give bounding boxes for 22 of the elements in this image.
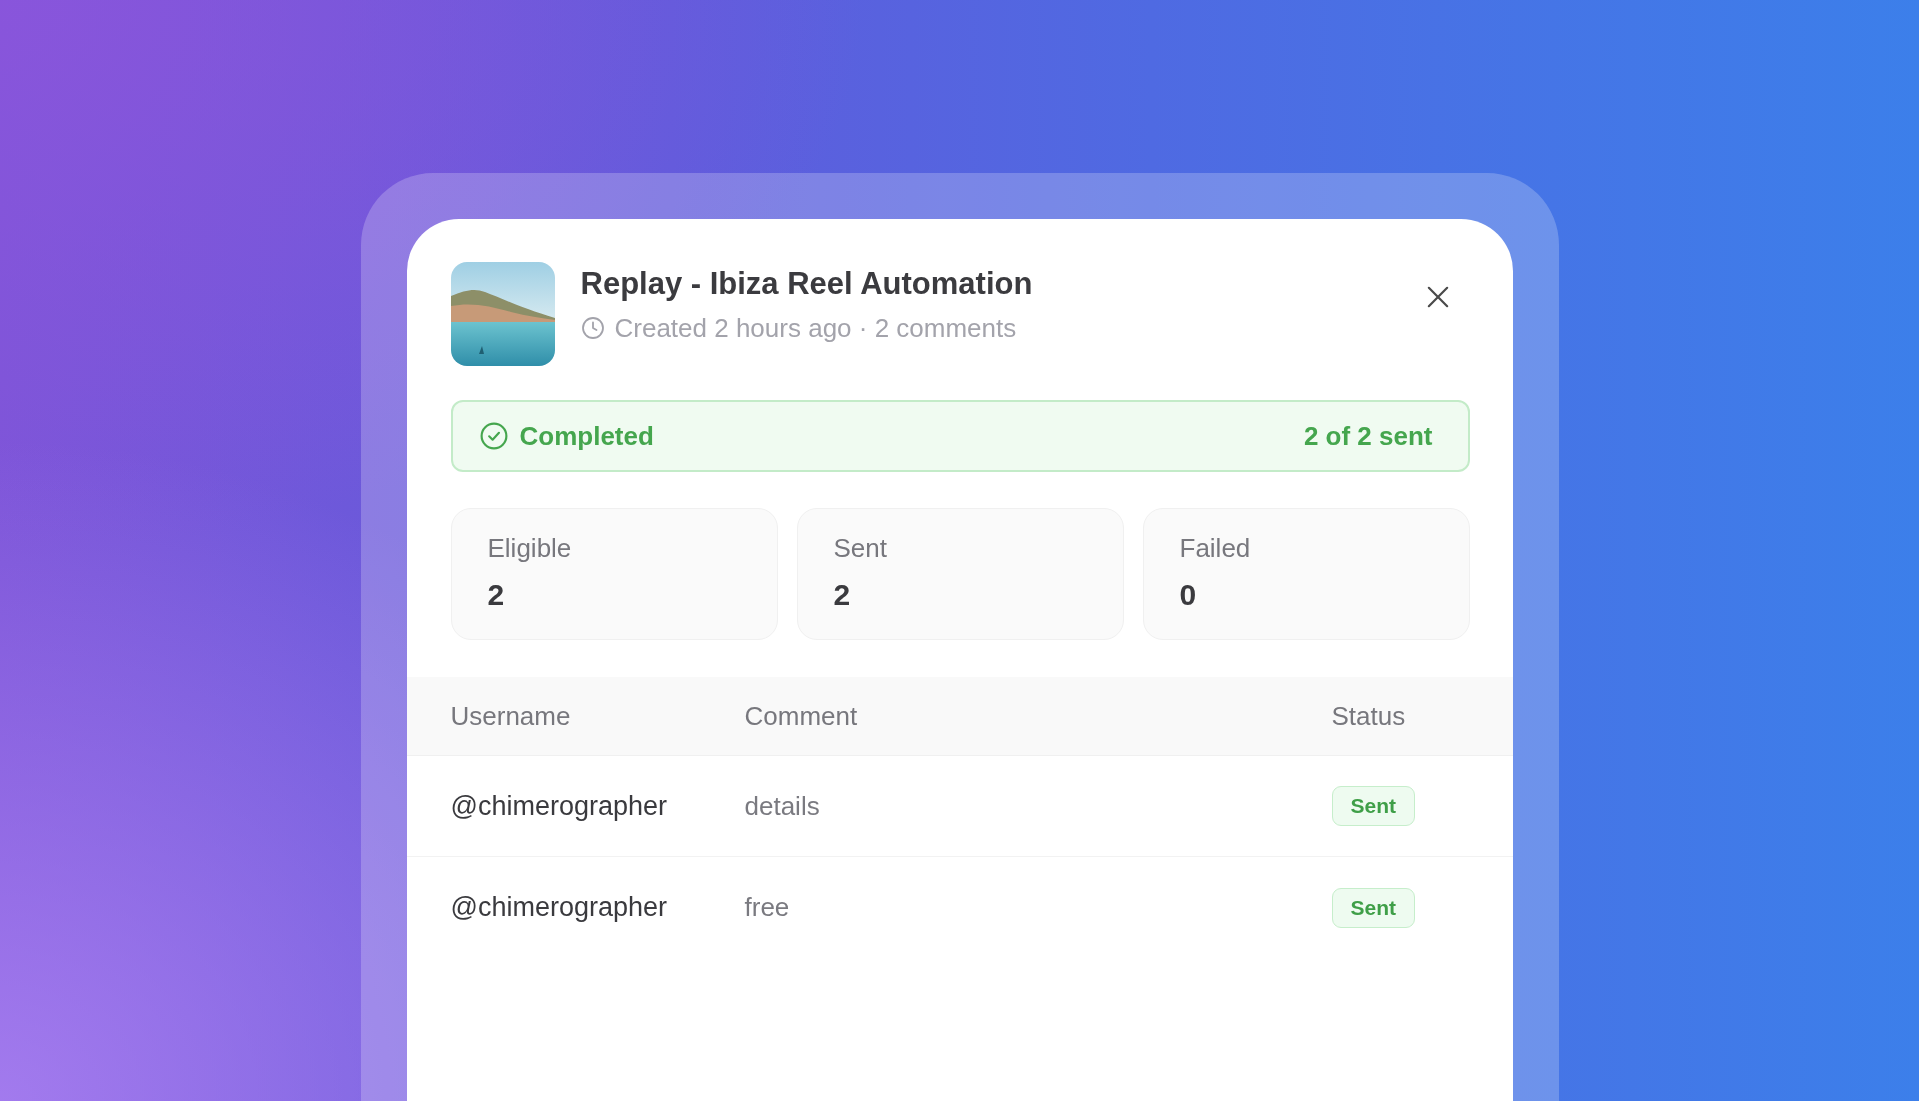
status-badge: Sent	[1331, 887, 1415, 928]
stat-value: 2	[487, 577, 505, 613]
stat-value: 0	[1179, 577, 1197, 613]
status-badge: Sent	[1331, 786, 1415, 826]
username-cell: @chimerographer	[450, 892, 667, 923]
stat-label: Failed	[1179, 532, 1251, 565]
sent-count: 2 of 2 sent	[1303, 420, 1433, 452]
dialog-meta: Created 2 hours ago · 2 comments	[614, 312, 1017, 345]
status-label: Completed	[519, 420, 654, 452]
column-header: Status	[1331, 700, 1406, 732]
stat-label: Sent	[833, 532, 887, 565]
username-cell: @chimerographer	[450, 790, 667, 822]
column-header: Comment	[744, 700, 858, 732]
dialog-title: Replay - Ibiza Reel Automation	[580, 265, 1033, 303]
stat-value: 2	[833, 577, 851, 613]
column-header: Username	[450, 700, 571, 732]
stat-label: Eligible	[487, 532, 572, 565]
check-circle-icon	[479, 422, 508, 450]
close-icon	[1426, 286, 1449, 308]
clock-icon	[580, 316, 605, 340]
comment-cell: details	[744, 790, 820, 822]
comment-cell: free	[744, 892, 790, 923]
